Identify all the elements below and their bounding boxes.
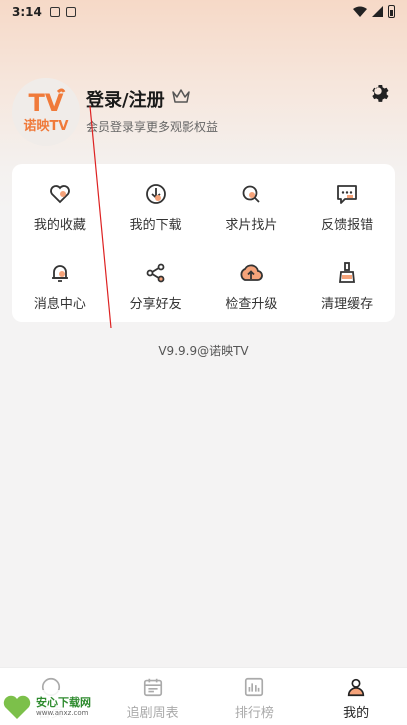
app-logo: TV 诺映TV <box>24 88 69 134</box>
menu-label: 反馈报错 <box>321 218 374 233</box>
svg-text:TV: TV <box>29 89 64 117</box>
feedback-icon <box>337 185 358 204</box>
login-register-link[interactable]: 登录/注册 <box>86 86 165 112</box>
profile-icon <box>347 678 365 697</box>
menu-label: 分享好友 <box>129 297 182 312</box>
upgrade-icon <box>240 264 264 281</box>
menu-item-feedback[interactable]: 反馈报错 <box>299 164 395 243</box>
notification-icon <box>49 7 60 17</box>
menu-label: 我的收藏 <box>33 218 86 233</box>
download-icon <box>145 184 166 204</box>
wifi-icon <box>353 6 367 17</box>
crown-icon <box>172 89 190 103</box>
status-bar: 3:14 <box>0 0 407 24</box>
watermark-url: www.anxz.com <box>36 708 89 717</box>
version-text: V9.9.9@诺映TV <box>158 344 249 358</box>
search-film-icon <box>242 185 261 203</box>
menu-label: 检查升级 <box>225 297 278 312</box>
svg-text:诺映TV: 诺映TV <box>24 118 69 134</box>
menu-card: 我的收藏 我的下载 求片找片 反馈报错 消息中心 分享好友 检查升级 清理缓存 <box>12 164 395 322</box>
watermark-logo <box>3 695 31 719</box>
menu-item-favorites[interactable]: 我的收藏 <box>12 164 108 243</box>
member-subtitle: 会员登录享更多观影权益 <box>86 120 219 134</box>
gear-icon[interactable] <box>367 80 389 102</box>
bell-icon <box>51 265 68 282</box>
ranking-icon <box>245 677 264 697</box>
calendar-icon <box>143 678 162 697</box>
nav-mine[interactable]: 我的 <box>305 668 407 725</box>
battery-icon <box>388 5 395 18</box>
nav-ranking[interactable]: 排行榜 <box>204 668 306 725</box>
nav-schedule[interactable]: 追剧周表 <box>102 668 204 725</box>
menu-item-request-film[interactable]: 求片找片 <box>204 164 300 243</box>
menu-item-messages[interactable]: 消息中心 <box>12 243 108 322</box>
menu-item-downloads[interactable]: 我的下载 <box>108 164 204 243</box>
menu-label: 求片找片 <box>225 218 278 233</box>
avatar[interactable]: TV 诺映TV <box>12 78 80 146</box>
nav-label: 排行榜 <box>234 706 274 721</box>
media-icon <box>65 7 76 17</box>
heart-icon <box>49 185 70 204</box>
watermark-title: 安心下载网 <box>36 695 91 709</box>
menu-item-share[interactable]: 分享好友 <box>108 243 204 322</box>
nav-label: 追剧周表 <box>126 706 179 721</box>
nav-label: 我的 <box>343 706 370 721</box>
menu-label: 我的下载 <box>129 218 182 233</box>
status-time: 3:14 <box>12 5 42 19</box>
menu-label: 清理缓存 <box>321 297 374 312</box>
watermark: 安心下载网 www.anxz.com <box>0 690 110 724</box>
signal-icon <box>372 6 383 17</box>
menu-item-clear-cache[interactable]: 清理缓存 <box>299 243 395 322</box>
menu-label: 消息中心 <box>33 297 86 312</box>
share-icon <box>146 263 165 283</box>
menu-item-upgrade[interactable]: 检查升级 <box>204 243 300 322</box>
broom-icon <box>339 262 356 283</box>
